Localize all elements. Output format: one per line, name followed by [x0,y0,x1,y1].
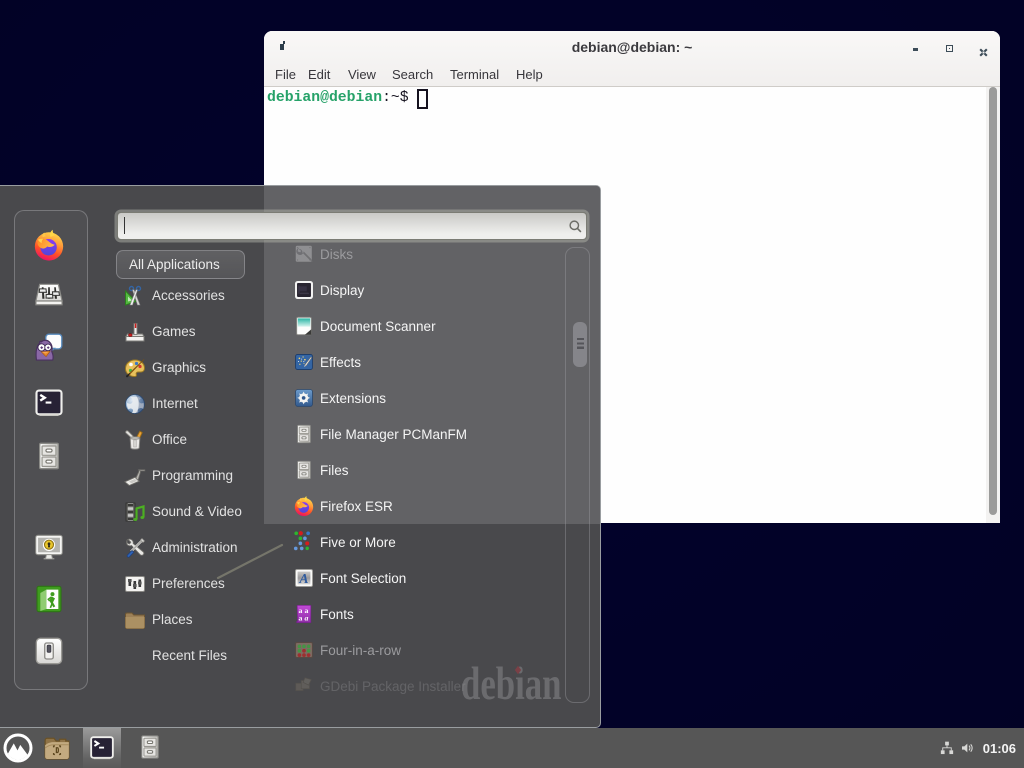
svg-text:A: A [298,571,308,586]
svg-text:a: a [299,613,303,622]
svg-text:a: a [304,613,308,622]
